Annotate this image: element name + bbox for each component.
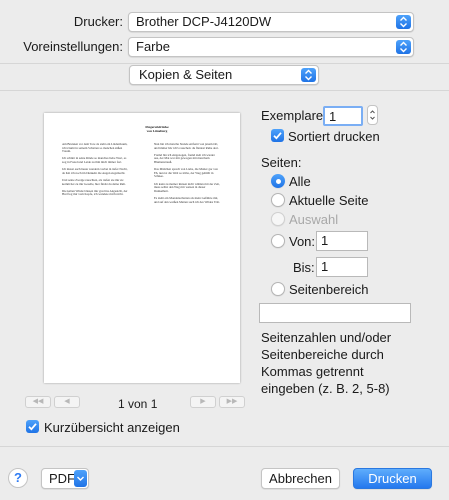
preview-paragraph: Ich kann zu meiner Reisen nicht wählen m… bbox=[154, 181, 220, 193]
pages-to-input[interactable]: 1 bbox=[316, 257, 368, 277]
pages-range-input[interactable] bbox=[259, 303, 411, 323]
preview-paragraph: Und seine Zweige rauschten, als riefen s… bbox=[62, 177, 126, 186]
summary-checkbox[interactable] bbox=[26, 420, 39, 433]
summary-label: Kurzübersicht anzeigen bbox=[44, 420, 180, 435]
preview-paragraph: Fremd bin ich eingezogen, fremd zieh ich… bbox=[154, 152, 215, 164]
printer-select[interactable]: Brother DCP-J4120DW bbox=[128, 12, 414, 32]
section-select[interactable]: Kopien & Seiten bbox=[129, 65, 319, 85]
next-page-button[interactable]: ▶ bbox=[190, 396, 216, 408]
select-arrows-icon bbox=[396, 15, 411, 29]
presets-select[interactable]: Farbe bbox=[128, 37, 414, 57]
divider bbox=[0, 63, 449, 64]
pages-current-label: Aktuelle Seite bbox=[289, 193, 369, 208]
pages-selection-radio[interactable] bbox=[271, 212, 285, 226]
preview-column-right: Nun bin ich manche Stunde entfernt von j… bbox=[154, 142, 220, 208]
pages-from-radio[interactable] bbox=[271, 234, 285, 248]
pages-to-label: Bis: bbox=[293, 260, 315, 275]
chevron-down-icon bbox=[74, 470, 87, 487]
copies-stepper[interactable] bbox=[367, 105, 378, 125]
page-indicator: 1 von 1 bbox=[118, 397, 158, 411]
preview-paragraph: Es zieht ein Mondenschatten als mein Gef… bbox=[154, 195, 220, 204]
last-page-button[interactable]: ▶▶ bbox=[219, 396, 245, 408]
preview-paragraph: Ich musst auch heute wandern vorbei in t… bbox=[62, 167, 128, 175]
pages-from-input[interactable]: 1 bbox=[316, 231, 368, 251]
pdf-label: PDF bbox=[49, 471, 75, 486]
pages-all-radio[interactable] bbox=[271, 174, 285, 188]
divider bbox=[0, 446, 449, 447]
printer-label: Drucker: bbox=[73, 14, 123, 29]
preview-paragraph: Die kalten Winde bliesen mir grad ins An… bbox=[62, 188, 128, 197]
printer-value: Brother DCP-J4120DW bbox=[136, 14, 272, 29]
copies-input[interactable]: 1 bbox=[323, 106, 363, 126]
presets-label: Voreinstellungen: bbox=[23, 39, 123, 54]
pages-range-hint: Seitenzahlen und/oder Seitenbereiche dur… bbox=[261, 330, 392, 396]
pages-range-radio[interactable] bbox=[271, 282, 285, 296]
pages-selection-label: Auswahl bbox=[289, 212, 339, 227]
help-button[interactable]: ? bbox=[8, 468, 28, 488]
collate-checkbox[interactable] bbox=[271, 129, 284, 142]
pages-range-label: Seitenbereich bbox=[289, 282, 369, 297]
copies-label: Exemplare: bbox=[261, 108, 327, 123]
collate-label: Sortiert drucken bbox=[288, 129, 380, 144]
preview-column-left: Am Brunnen vor dem Tore da steht ein Lin… bbox=[62, 142, 128, 201]
cancel-button[interactable]: Abbrechen bbox=[261, 468, 340, 489]
first-page-button[interactable]: ◀◀ bbox=[25, 396, 51, 408]
pages-from-label: Von: bbox=[289, 234, 316, 249]
divider bbox=[0, 90, 449, 91]
print-button[interactable]: Drucken bbox=[353, 468, 432, 489]
pages-label: Seiten: bbox=[261, 155, 302, 170]
page-preview: Fingerabdrücke von Lüneburg Am Brunnen v… bbox=[44, 113, 240, 383]
select-arrows-icon bbox=[396, 40, 411, 54]
pages-all-label: Alle bbox=[289, 174, 311, 189]
pages-current-radio[interactable] bbox=[271, 193, 285, 207]
preview-paragraph: Ich schnitt in seine Rinde so manches li… bbox=[62, 156, 127, 164]
preview-title: Fingerabdrücke von Lüneburg bbox=[145, 125, 169, 133]
select-arrows-icon bbox=[301, 68, 316, 82]
preview-paragraph: Nun bin ich manche Stunde entfernt von j… bbox=[154, 142, 219, 150]
previous-page-button[interactable]: ◀ bbox=[54, 396, 80, 408]
section-value: Kopien & Seiten bbox=[139, 67, 233, 82]
presets-value: Farbe bbox=[136, 39, 170, 54]
pdf-menu-button[interactable]: PDF bbox=[41, 468, 89, 489]
preview-paragraph: Das Mädchen sprach von Liebe, die Mutter… bbox=[154, 167, 218, 179]
preview-paragraph: Am Brunnen vor dem Tore da steht ein Lin… bbox=[62, 142, 128, 154]
